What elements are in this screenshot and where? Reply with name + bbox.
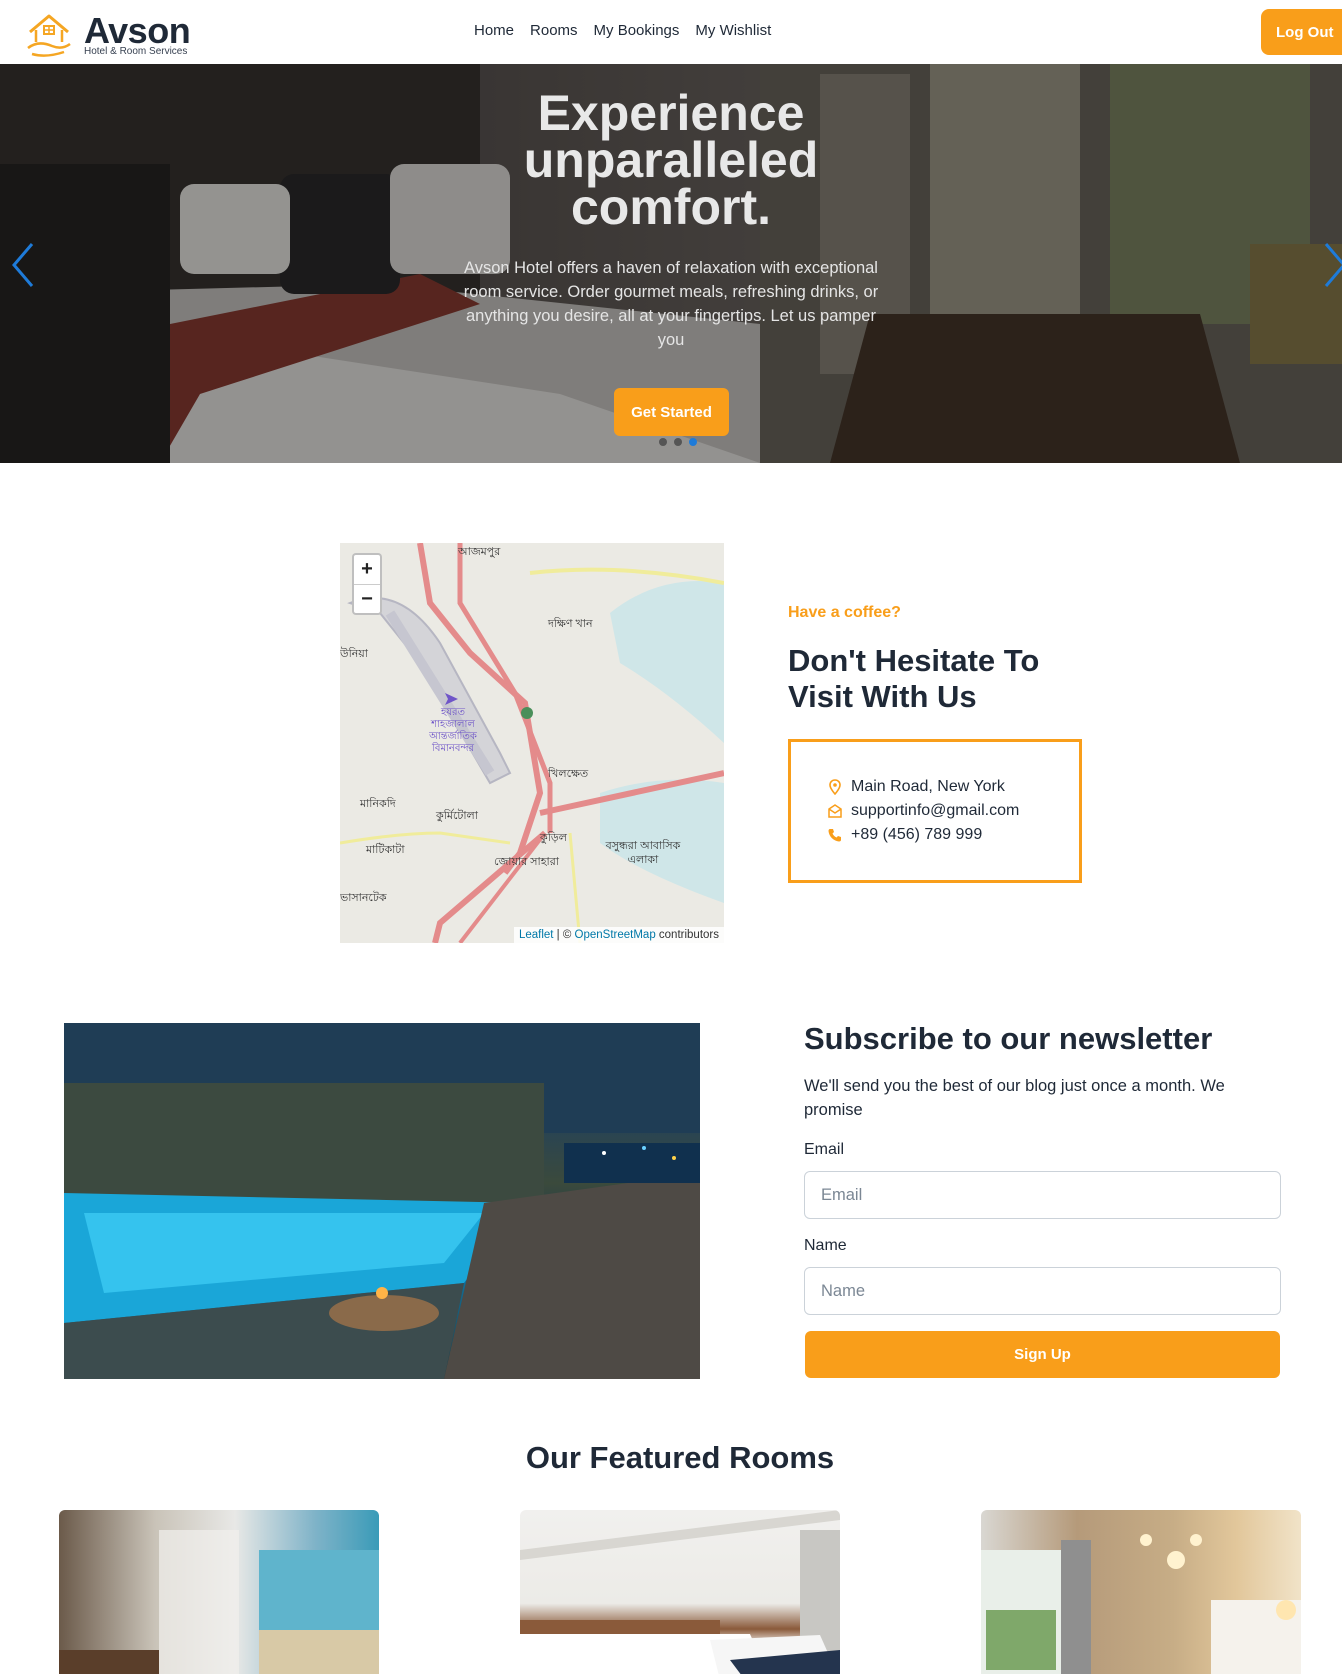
rooftop-pool-image: [64, 1023, 700, 1379]
sign-up-button[interactable]: Sign Up: [805, 1331, 1280, 1378]
newsletter-description: We'll send you the best of our blog just…: [804, 1077, 1225, 1119]
featured-room-card[interactable]: [59, 1510, 379, 1674]
map-label: উনিয়া: [340, 648, 368, 660]
name-input[interactable]: [804, 1267, 1281, 1315]
phone-icon: [828, 829, 841, 842]
nav-link-home[interactable]: Home: [474, 22, 514, 39]
contact-phone: +89 (456) 789 999: [827, 826, 982, 844]
carousel-next-arrow-icon[interactable]: [1320, 240, 1342, 290]
map-label: মানিকদি: [360, 798, 396, 810]
top-navbar: Avson Hotel & Room Services Home Rooms M…: [0, 0, 1342, 64]
featured-room-card[interactable]: [981, 1510, 1301, 1674]
room-image: [59, 1530, 379, 1674]
hero-carousel: Experience unparalleled comfort. Avson H…: [0, 64, 1342, 463]
leaflet-link[interactable]: Leaflet: [519, 929, 554, 941]
email-input[interactable]: [804, 1171, 1281, 1219]
featured-rooms-title: Our Featured Rooms: [525, 1440, 835, 1475]
map-label-airport: হযরত শাহজালাল আন্তর্জাতিক বিমানবন্দর: [429, 707, 477, 754]
phone-text[interactable]: +89 (456) 789 999: [851, 826, 982, 844]
zoom-in-button[interactable]: +: [354, 555, 380, 584]
room-image: [520, 1510, 840, 1674]
address-text: Main Road, New York: [851, 778, 1005, 795]
pool-illustration: [64, 1023, 700, 1379]
nav-link-my-bookings[interactable]: My Bookings: [594, 22, 680, 39]
envelope-icon: [828, 804, 842, 818]
carousel-dot[interactable]: [659, 438, 667, 446]
attribution-separator: | ©: [553, 929, 575, 941]
get-started-button[interactable]: Get Started: [614, 388, 729, 436]
name-label: Name: [804, 1237, 847, 1254]
contact-info-box: Main Road, New York supportinfo@gmail.co…: [788, 739, 1082, 883]
brand-tagline: Hotel & Room Services: [84, 46, 188, 57]
hero-description: Avson Hotel offers a haven of relaxation…: [463, 259, 879, 349]
newsletter-title: Subscribe to our newsletter: [804, 1021, 1213, 1056]
visit-title: Don't Hesitate To Visit With Us: [788, 643, 1040, 714]
carousel-prev-arrow-icon[interactable]: [8, 240, 38, 290]
brand-logo[interactable]: Avson Hotel & Room Services: [24, 8, 204, 60]
map-label: ভাসানটেক: [340, 892, 387, 904]
map-label: কুড়িল: [540, 832, 567, 844]
openstreetmap-link[interactable]: OpenStreetMap: [575, 929, 656, 941]
map-tiles: [340, 543, 724, 943]
carousel-indicators: [659, 438, 697, 446]
house-logo-icon: [27, 14, 71, 57]
attribution-suffix: contributors: [655, 929, 719, 941]
map-zoom-control: + −: [352, 553, 382, 615]
featured-room-card[interactable]: [520, 1510, 840, 1674]
zoom-out-button[interactable]: −: [354, 584, 380, 613]
nav-link-my-wishlist[interactable]: My Wishlist: [695, 22, 771, 39]
map-pin-icon: [829, 779, 841, 795]
location-map[interactable]: + − আজমপুর দক্ষিণ খান উনিয়া হযরত শাহজাল…: [340, 543, 724, 943]
nav-link-rooms[interactable]: Rooms: [530, 22, 578, 39]
email-label: Email: [804, 1141, 845, 1158]
email-text[interactable]: supportinfo@gmail.com: [851, 802, 1019, 820]
room-image: [981, 1534, 1301, 1674]
map-label: বসুন্ধরা আবাসিক এলাকা: [605, 840, 681, 866]
map-label: কুর্মিটোলা: [436, 810, 478, 822]
visit-kicker: Have a coffee?: [788, 604, 901, 621]
map-label: দক্ষিণ খান: [548, 618, 593, 630]
map-label: জোয়ার সাহারা: [494, 856, 559, 868]
carousel-dot[interactable]: [674, 438, 682, 446]
map-label: আজমপুর: [458, 546, 501, 558]
contact-address: Main Road, New York: [827, 778, 1005, 796]
carousel-dot-active[interactable]: [689, 438, 697, 446]
map-attribution: Leaflet | © OpenStreetMap contributors: [513, 927, 724, 943]
logout-button[interactable]: Log Out: [1261, 9, 1342, 55]
map-label: মাটিকাটা: [366, 844, 405, 856]
hero-title: Experience unparalleled comfort.: [523, 85, 819, 235]
main-nav: Home Rooms My Bookings My Wishlist: [474, 22, 771, 39]
contact-email: supportinfo@gmail.com: [827, 802, 1019, 820]
map-label: খিলক্ষেত: [548, 768, 589, 780]
